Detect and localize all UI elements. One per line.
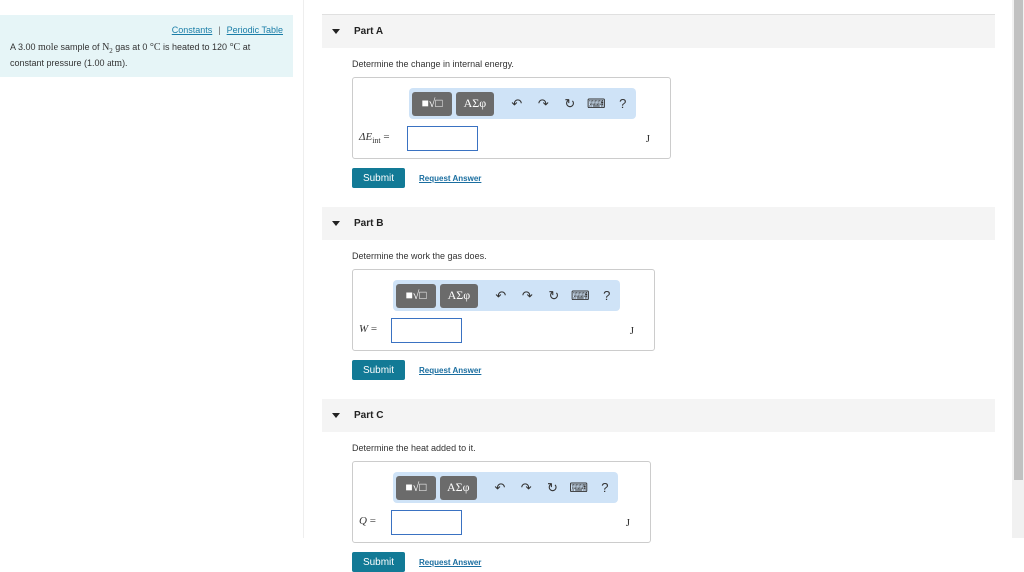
unit-label: J <box>645 132 650 145</box>
scrollbar-thumb[interactable] <box>1014 0 1023 480</box>
answer-input[interactable] <box>391 318 462 343</box>
templates-button[interactable]: ■√□ <box>396 283 437 308</box>
undo-icon[interactable]: ↶ <box>487 480 513 496</box>
part-title: Part C <box>354 410 384 421</box>
greek-symbols-button[interactable]: ΑΣφ <box>456 91 494 116</box>
part-prompt: Determine the work the gas does. <box>352 251 487 261</box>
column-divider <box>303 0 304 538</box>
problem-panel: Constants | Periodic Table A 3.00 mole sam… <box>0 15 293 77</box>
periodic-table-link[interactable]: Periodic Table <box>227 25 283 35</box>
templates-button[interactable]: ■√□ <box>396 475 436 500</box>
math-toolbar: ■√□ ΑΣφ ↶ ↷ ↻ ⌨ ? <box>393 472 618 503</box>
constants-link[interactable]: Constants <box>172 25 213 35</box>
request-answer-link[interactable]: Request Answer <box>419 558 481 567</box>
answer-box: ■√□ ΑΣφ ↶ ↷ ↻ ⌨ ? Q = J <box>352 461 651 543</box>
part-b-header[interactable]: Part B <box>322 207 995 240</box>
part-c-header[interactable]: Part C <box>322 399 995 432</box>
submit-button[interactable]: Submit <box>352 552 405 572</box>
resource-links: Constants | Periodic Table <box>10 25 283 35</box>
collapse-triangle-icon[interactable] <box>332 221 340 226</box>
answer-input[interactable] <box>407 126 478 151</box>
keyboard-icon[interactable]: ⌨ <box>567 288 594 304</box>
help-icon[interactable]: ? <box>594 288 621 303</box>
part-c: Part C Determine the heat added to it. ■… <box>322 399 995 572</box>
redo-icon[interactable]: ↷ <box>513 480 539 496</box>
link-separator: | <box>218 25 221 35</box>
part-prompt: Determine the heat added to it. <box>352 443 476 453</box>
part-b: Part B Determine the work the gas does. … <box>322 207 995 380</box>
part-a: Part A Determine the change in internal … <box>322 15 995 188</box>
request-answer-link[interactable]: Request Answer <box>419 366 481 375</box>
greek-symbols-button[interactable]: ΑΣφ <box>439 475 477 500</box>
unit-label: J <box>629 324 634 337</box>
answer-input[interactable] <box>391 510 462 535</box>
submit-button[interactable]: Submit <box>352 168 405 188</box>
variable-label: ΔEint = <box>359 131 390 146</box>
part-a-header[interactable]: Part A <box>322 15 995 48</box>
unit-label: J <box>625 516 630 529</box>
redo-icon[interactable]: ↷ <box>530 96 557 112</box>
reset-icon[interactable]: ↻ <box>539 480 565 496</box>
answer-box: ■√□ ΑΣφ ↶ ↷ ↻ ⌨ ? ΔEint = J <box>352 77 671 159</box>
answer-box: ■√□ ΑΣφ ↶ ↷ ↻ ⌨ ? W = J <box>352 269 655 351</box>
reset-icon[interactable]: ↻ <box>541 288 568 304</box>
part-title: Part B <box>354 218 384 229</box>
variable-label: Q = <box>359 515 376 528</box>
undo-icon[interactable]: ↶ <box>504 96 531 112</box>
help-icon[interactable]: ? <box>610 96 637 111</box>
part-title: Part A <box>354 26 384 37</box>
math-toolbar: ■√□ ΑΣφ ↶ ↷ ↻ ⌨ ? <box>393 280 620 311</box>
templates-button[interactable]: ■√□ <box>412 91 453 116</box>
help-icon[interactable]: ? <box>592 480 618 495</box>
math-toolbar: ■√□ ΑΣφ ↶ ↷ ↻ ⌨ ? <box>409 88 636 119</box>
keyboard-icon[interactable]: ⌨ <box>566 480 592 496</box>
undo-icon[interactable]: ↶ <box>488 288 515 304</box>
request-answer-link[interactable]: Request Answer <box>419 174 481 183</box>
collapse-triangle-icon[interactable] <box>332 413 340 418</box>
part-prompt: Determine the change in internal energy. <box>352 59 514 69</box>
submit-button[interactable]: Submit <box>352 360 405 380</box>
reset-icon[interactable]: ↻ <box>557 96 584 112</box>
collapse-triangle-icon[interactable] <box>332 29 340 34</box>
greek-symbols-button[interactable]: ΑΣφ <box>440 283 478 308</box>
keyboard-icon[interactable]: ⌨ <box>583 96 610 112</box>
problem-statement: A 3.00 mole sample of N2 gas at 0 °C is … <box>10 42 251 69</box>
variable-label: W = <box>359 323 378 336</box>
redo-icon[interactable]: ↷ <box>514 288 541 304</box>
